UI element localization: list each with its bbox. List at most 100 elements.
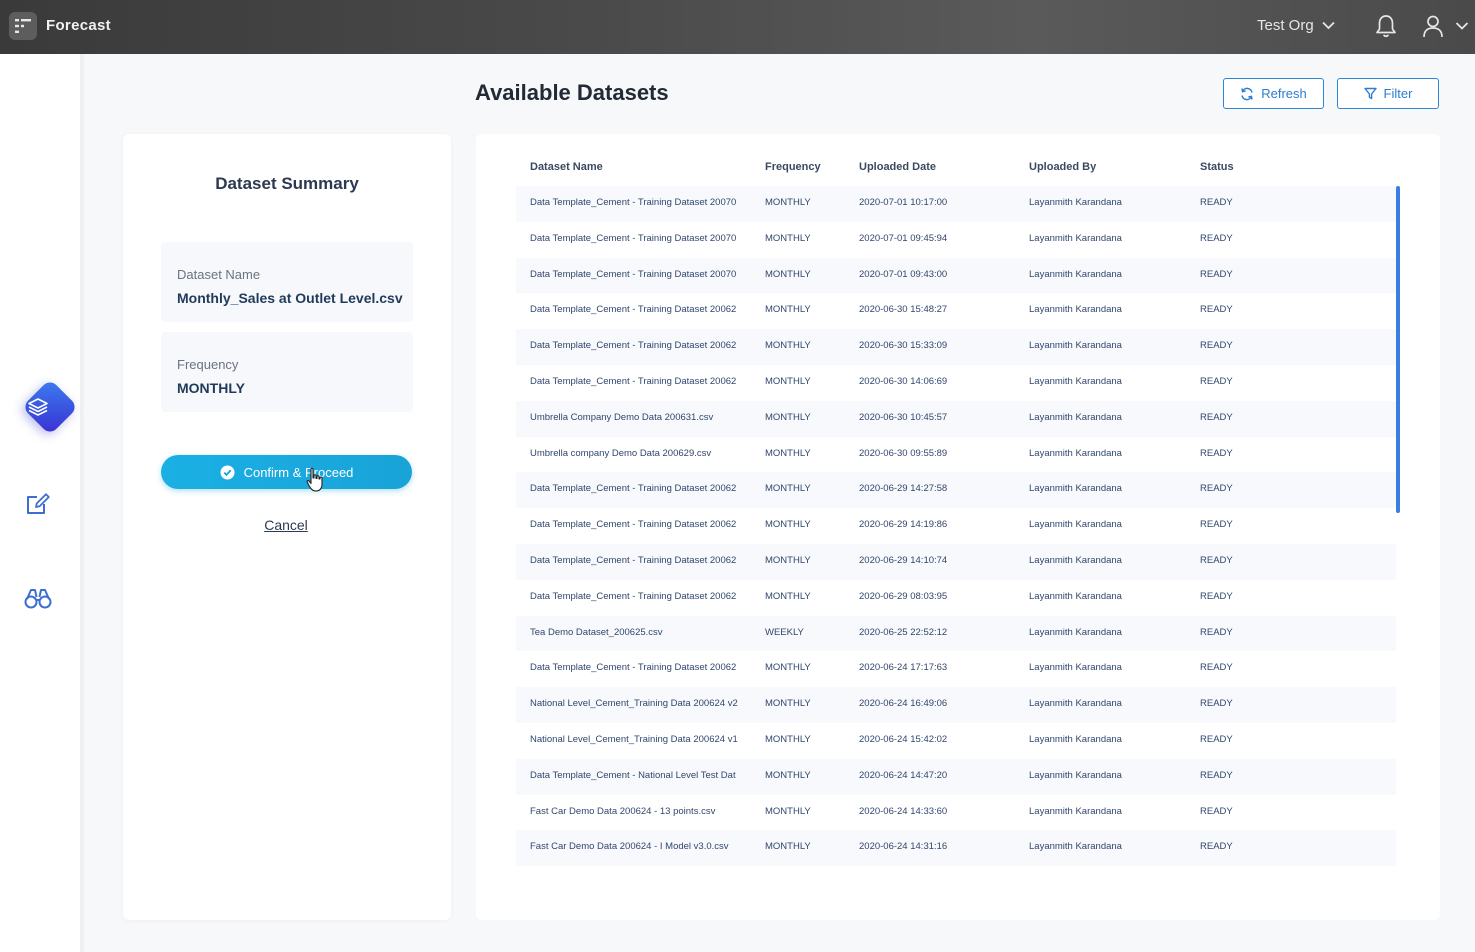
cell-uploaded-by: Layanmith Karandana xyxy=(1029,483,1122,495)
cell-frequency: MONTHLY xyxy=(765,769,811,781)
cell-uploaded-by: Layanmith Karandana xyxy=(1029,375,1122,387)
cell-status: READY xyxy=(1200,590,1233,602)
cell-uploaded-by: Layanmith Karandana xyxy=(1029,232,1122,244)
cell-frequency: MONTHLY xyxy=(765,841,811,853)
table-row[interactable]: Fast Car Demo Data 200624 - I Model v3.0… xyxy=(516,830,1396,867)
cell-frequency: MONTHLY xyxy=(765,411,811,423)
cell-dataset-name: Umbrella Company Demo Data 200631.csv xyxy=(530,411,714,423)
table-row[interactable]: Data Template_Cement - Training Dataset … xyxy=(516,365,1396,401)
cell-frequency: MONTHLY xyxy=(765,232,811,244)
table-row[interactable]: Data Template_Cement - Training Dataset … xyxy=(516,222,1396,258)
cell-status: READY xyxy=(1200,375,1233,387)
cell-status: READY xyxy=(1200,769,1233,781)
table-row[interactable]: Data Template_Cement - Training Dataset … xyxy=(516,651,1396,687)
nav-edit[interactable] xyxy=(12,478,64,530)
cancel-link[interactable]: Cancel xyxy=(123,517,449,533)
cell-dataset-name: Fast Car Demo Data 200624 - 13 points.cs… xyxy=(530,805,716,817)
cell-uploaded-by: Layanmith Karandana xyxy=(1029,411,1122,423)
table-body: Data Template_Cement - Training Dataset … xyxy=(516,186,1396,867)
datasets-table: Dataset Name Frequency Uploaded Date Upl… xyxy=(476,134,1440,920)
cell-frequency: MONTHLY xyxy=(765,483,811,495)
nav-explore[interactable] xyxy=(12,572,64,624)
table-row[interactable]: Umbrella Company Demo Data 200631.csv MON… xyxy=(516,400,1396,437)
user-icon[interactable] xyxy=(1421,13,1445,39)
cell-uploaded-date: 2020-06-30 15:33:09 xyxy=(859,340,948,352)
chevron-down-icon[interactable] xyxy=(1455,20,1469,32)
table-row[interactable]: Data Template_Cement - National Level Te… xyxy=(516,758,1396,795)
cell-dataset-name: National Level_Cement_Training Data 2006… xyxy=(530,733,738,745)
cell-frequency: MONTHLY xyxy=(765,375,811,387)
cell-dataset-name: Data Template_Cement - Training Dataset … xyxy=(530,662,737,674)
cell-status: READY xyxy=(1200,447,1233,459)
filter-label: Filter xyxy=(1383,86,1413,101)
cell-uploaded-by: Layanmith Karandana xyxy=(1029,698,1122,710)
cell-uploaded-date: 2020-06-25 22:52:12 xyxy=(859,626,948,638)
cell-uploaded-date: 2020-06-24 14:33:60 xyxy=(859,805,948,817)
cell-dataset-name: Tea Demo Dataset_200625.csv xyxy=(530,626,663,638)
menu-grid-icon[interactable] xyxy=(9,12,37,40)
cell-frequency: MONTHLY xyxy=(765,447,811,459)
cell-uploaded-date: 2020-06-24 14:47:20 xyxy=(859,769,948,781)
cell-status: READY xyxy=(1200,519,1233,531)
cell-status: READY xyxy=(1200,411,1233,423)
cell-status: READY xyxy=(1200,554,1233,566)
cell-uploaded-by: Layanmith Karandana xyxy=(1029,554,1122,566)
dataset-name-value: Monthly_Sales at Outlet Level.csv xyxy=(177,290,403,306)
column-header-frequency[interactable]: Frequency xyxy=(765,161,821,173)
table-row[interactable]: Data Template_Cement - Training Dataset … xyxy=(516,472,1396,509)
filter-button[interactable]: Filter xyxy=(1337,78,1439,109)
cell-dataset-name: Data Template_Cement - Training Dataset … xyxy=(530,304,737,316)
cell-uploaded-by: Layanmith Karandana xyxy=(1029,447,1122,459)
nav-datasets[interactable] xyxy=(12,378,79,436)
column-header-dataset-name[interactable]: Dataset Name xyxy=(530,161,603,173)
table-row[interactable]: Data Template_Cement - Training Dataset … xyxy=(516,508,1396,544)
cell-frequency: WEEKLY xyxy=(765,626,804,638)
cell-uploaded-date: 2020-06-29 14:19:86 xyxy=(859,519,948,531)
cell-uploaded-by: Layanmith Karandana xyxy=(1029,590,1122,602)
cell-status: READY xyxy=(1200,232,1233,244)
cell-uploaded-by: Layanmith Karandana xyxy=(1029,340,1122,352)
table-row[interactable]: Data Template_Cement - Training Dataset … xyxy=(516,580,1396,616)
table-row[interactable]: Data Template_Cement - Training Dataset … xyxy=(516,329,1396,365)
cell-status: READY xyxy=(1200,340,1233,352)
table-row[interactable]: Umbrella company Demo Data 200629.csv MON… xyxy=(516,437,1396,473)
cell-status: READY xyxy=(1200,662,1233,674)
column-header-uploaded-date[interactable]: Uploaded Date xyxy=(859,161,936,173)
column-header-uploaded-by[interactable]: Uploaded By xyxy=(1029,161,1096,173)
bell-icon[interactable] xyxy=(1374,13,1398,39)
cell-uploaded-date: 2020-06-30 15:48:27 xyxy=(859,304,948,316)
org-selector[interactable]: Test Org xyxy=(1257,17,1335,34)
refresh-button[interactable]: Refresh xyxy=(1223,78,1324,109)
cell-dataset-name: Umbrella company Demo Data 200629.csv xyxy=(530,447,712,459)
summary-title: Dataset Summary xyxy=(215,174,359,193)
cell-status: READY xyxy=(1200,626,1233,638)
chevron-down-icon xyxy=(1322,21,1335,30)
table-row[interactable]: Data Template_Cement - Training Dataset … xyxy=(516,543,1396,580)
confirm-proceed-label: Confirm & Proceed xyxy=(243,464,354,480)
cell-frequency: MONTHLY xyxy=(765,554,811,566)
dataset-summary-panel: Dataset Summary Dataset Name Monthly_Sal… xyxy=(123,134,451,920)
frequency-value: MONTHLY xyxy=(177,380,245,396)
cell-dataset-name: Data Template_Cement - Training Dataset … xyxy=(530,554,737,566)
cell-dataset-name: Data Template_Cement - Training Dataset … xyxy=(530,483,737,495)
table-row[interactable]: Data Template_Cement - Training Dataset … xyxy=(516,257,1396,294)
refresh-label: Refresh xyxy=(1261,86,1307,101)
side-nav xyxy=(0,54,84,952)
cell-uploaded-date: 2020-06-24 15:42:02 xyxy=(859,733,948,745)
table-row[interactable]: Data Template_Cement - Training Dataset … xyxy=(516,186,1396,222)
table-row[interactable]: Data Template_Cement - Training Dataset … xyxy=(516,293,1396,329)
cell-uploaded-by: Layanmith Karandana xyxy=(1029,626,1122,638)
column-header-status[interactable]: Status xyxy=(1200,161,1234,173)
cell-frequency: MONTHLY xyxy=(765,197,811,208)
table-row[interactable]: Fast Car Demo Data 200624 - 13 points.cs… xyxy=(516,795,1396,831)
cell-uploaded-by: Layanmith Karandana xyxy=(1029,519,1122,531)
cell-uploaded-date: 2020-06-29 08:03:95 xyxy=(859,590,948,602)
table-scrollbar[interactable] xyxy=(1396,186,1400,513)
table-row[interactable]: National Level_Cement_Training Data 2006… xyxy=(516,723,1396,759)
table-row[interactable]: Tea Demo Dataset_200625.csv WEEKLY 2020-06… xyxy=(516,615,1396,652)
cell-dataset-name: Data Template_Cement - Training Dataset … xyxy=(530,340,737,352)
confirm-proceed-button[interactable]: Confirm & Proceed xyxy=(161,455,412,489)
top-bar: Forecast Test Org xyxy=(0,0,1475,54)
table-row[interactable]: National Level_Cement_Training Data 2006… xyxy=(516,687,1396,723)
page-title: Available Datasets xyxy=(475,80,669,105)
